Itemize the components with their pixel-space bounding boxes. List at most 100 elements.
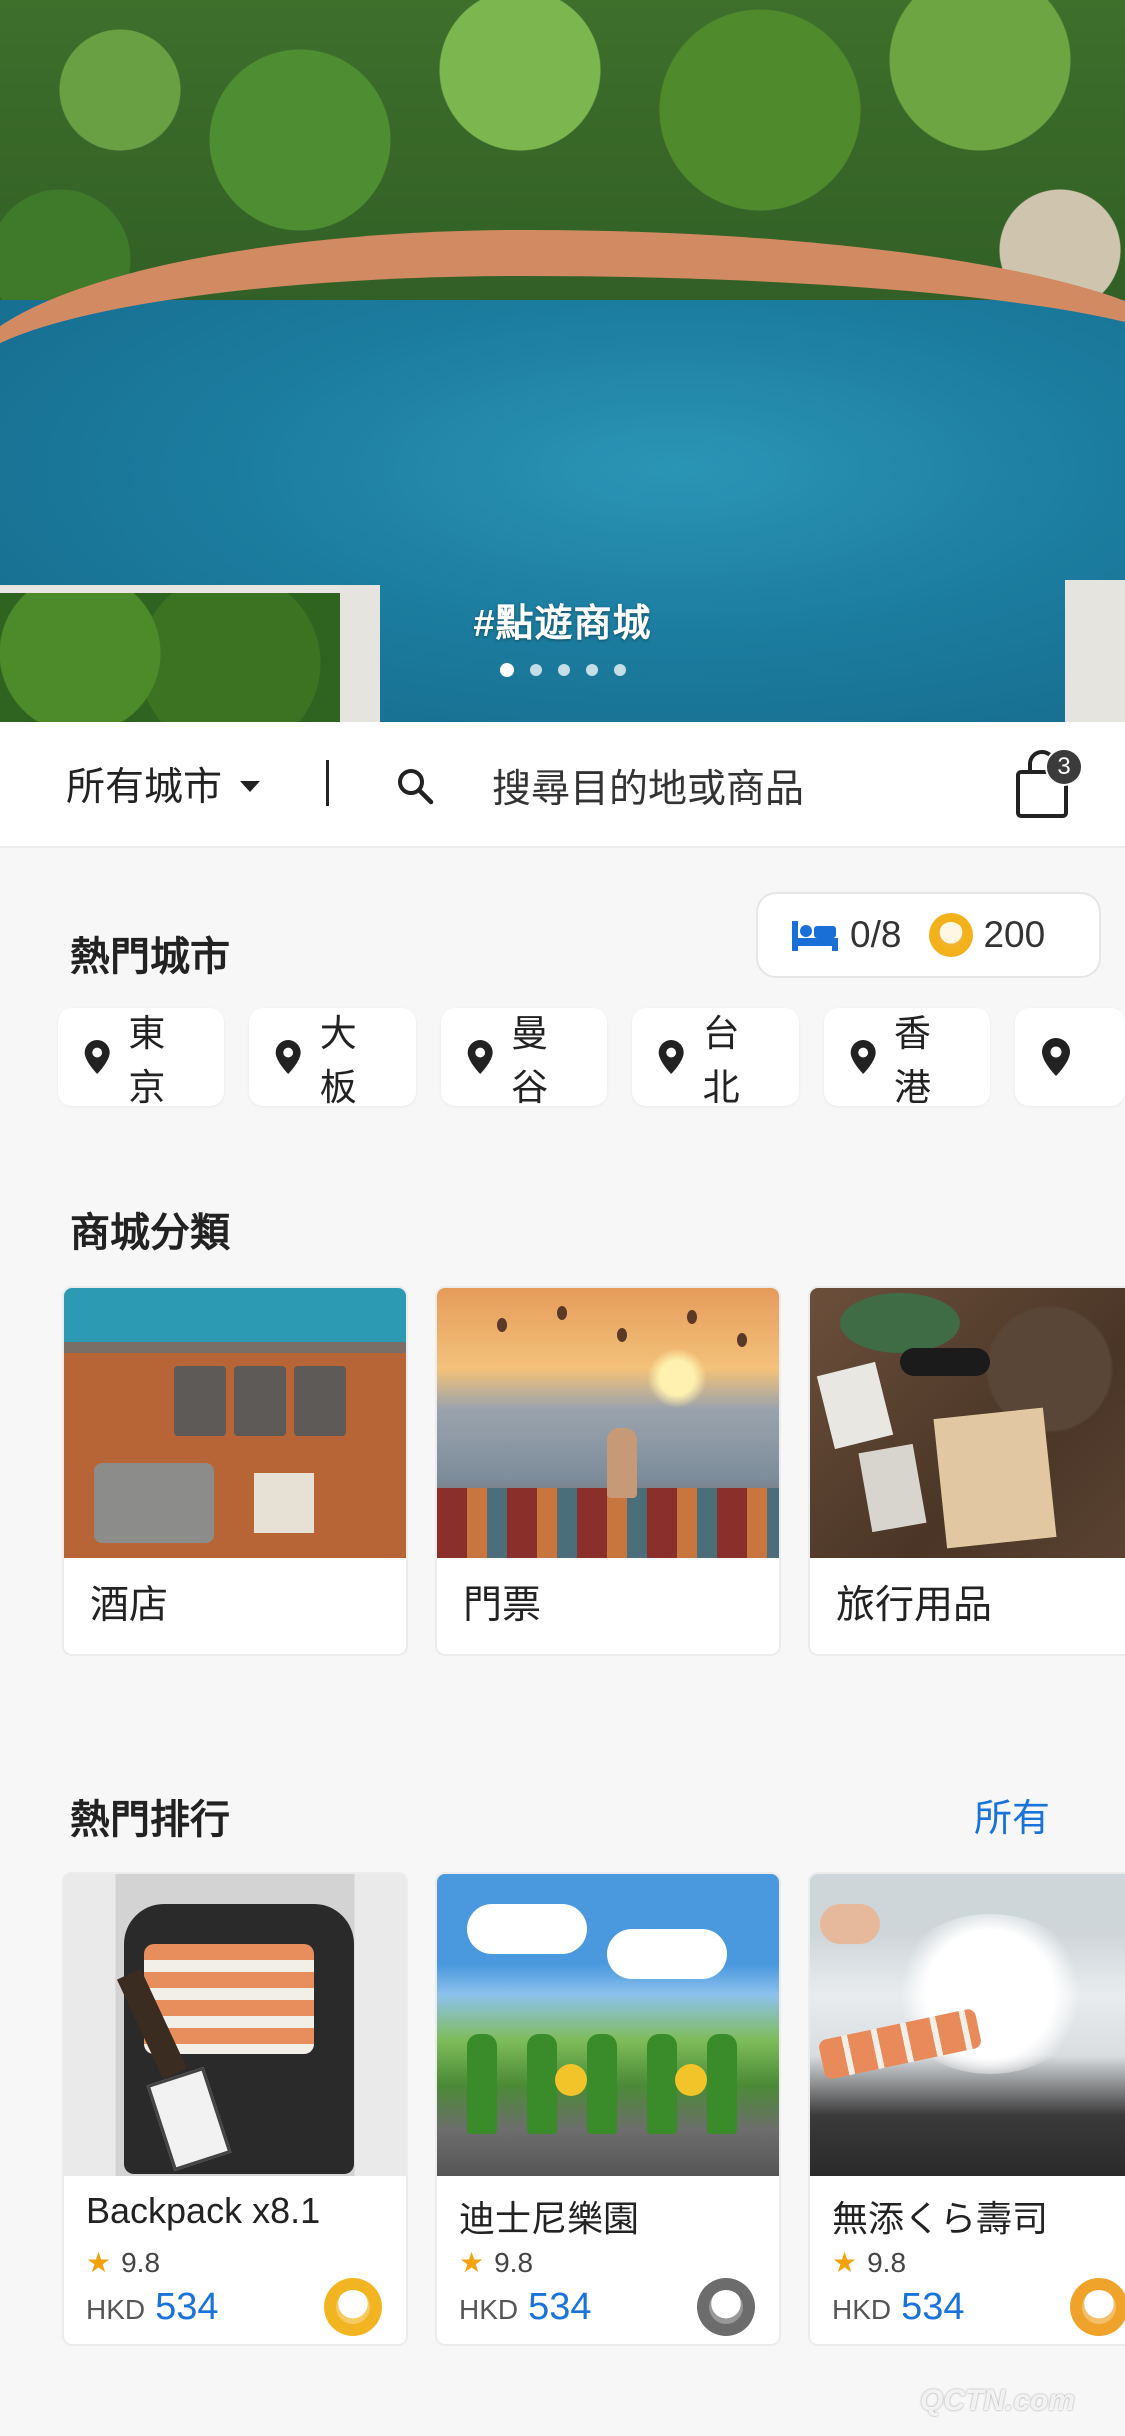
city-dropdown[interactable]: 所有城市 bbox=[66, 756, 261, 812]
carousel-dot[interactable] bbox=[529, 664, 542, 676]
currency-label: HKD bbox=[86, 2294, 146, 2325]
search-icon[interactable] bbox=[395, 766, 435, 806]
coin-badge-icon bbox=[697, 2278, 755, 2336]
coin-icon bbox=[929, 913, 974, 957]
product-card[interactable]: 迪士尼樂園 ★ 9.8 HKD 534 bbox=[435, 1872, 781, 2346]
hero-banner[interactable]: #點遊商城 bbox=[0, 0, 1125, 722]
sunglasses-shape bbox=[900, 1348, 990, 1376]
hot-cities-title: 熱門城市 bbox=[70, 935, 230, 979]
location-pin-icon bbox=[658, 1040, 684, 1074]
tickets-image bbox=[437, 1288, 779, 1558]
city-chip-tokyo[interactable]: 東京 bbox=[58, 1008, 225, 1108]
city-chip-bangkok[interactable]: 曼谷 bbox=[440, 1008, 608, 1108]
stats-pill[interactable]: 0/8 200 bbox=[756, 892, 1101, 978]
location-pin-icon bbox=[467, 1040, 493, 1074]
ranking-title: 熱門排行 bbox=[70, 1798, 230, 1842]
drum-shape bbox=[555, 2064, 587, 2096]
product-image bbox=[810, 1874, 1125, 2176]
city-chip-more[interactable] bbox=[1015, 1008, 1125, 1106]
person-shape bbox=[607, 1428, 637, 1498]
product-card[interactable]: 無添くら壽司 ★ 9.8 HKD 534 bbox=[808, 1872, 1125, 2346]
app-page: #點遊商城 所有城市 搜尋目的地或商品 3 熱門城市 0/8 200 東京 大板… bbox=[0, 0, 1125, 2436]
product-rating: ★ 9.8 bbox=[832, 2246, 906, 2279]
product-rating: ★ 9.8 bbox=[459, 2246, 533, 2279]
photo-shape bbox=[816, 1361, 894, 1450]
lounger-shape bbox=[174, 1366, 226, 1436]
product-price: HKD 534 bbox=[86, 2286, 219, 2329]
soldier-shape bbox=[467, 2034, 497, 2134]
beds-count: 0/8 bbox=[850, 914, 902, 955]
coin-badge-icon bbox=[324, 2278, 382, 2336]
category-card-tickets[interactable]: 門票 bbox=[435, 1286, 781, 1656]
city-chip-label: 東京 bbox=[128, 1013, 166, 1108]
soldier-shape bbox=[527, 2034, 557, 2134]
city-chip-taipei[interactable]: 台北 bbox=[632, 1008, 799, 1108]
city-chip-label: 香港 bbox=[893, 1013, 931, 1108]
see-all-link[interactable]: 所有 bbox=[974, 1787, 1050, 1842]
carousel-dot[interactable] bbox=[557, 664, 570, 676]
caret-down-icon bbox=[240, 780, 261, 792]
product-rating: ★ 9.8 bbox=[86, 2246, 160, 2279]
hero-pool-edge bbox=[0, 230, 1125, 470]
cloud-shape bbox=[607, 1929, 727, 1979]
category-label: 門票 bbox=[463, 1584, 542, 1627]
star-icon: ★ bbox=[459, 2247, 485, 2278]
coins-count: 200 bbox=[983, 914, 1046, 955]
rating-value: 9.8 bbox=[121, 2246, 161, 2278]
carousel-dot[interactable] bbox=[585, 664, 598, 676]
balloon-shape bbox=[737, 1333, 747, 1347]
city-chips: 東京 大板 曼谷 台北 香港 bbox=[58, 1008, 1125, 1108]
product-price: HKD 534 bbox=[832, 2286, 965, 2329]
watermark: QCTN.com bbox=[920, 2384, 1076, 2417]
carousel-dot[interactable] bbox=[613, 664, 626, 676]
currency-label: HKD bbox=[832, 2294, 892, 2325]
currency-label: HKD bbox=[459, 2294, 519, 2325]
city-dropdown-label: 所有城市 bbox=[66, 766, 223, 809]
location-pin-icon bbox=[1042, 1038, 1071, 1076]
table-shape bbox=[254, 1473, 314, 1533]
city-chip-osaka[interactable]: 大板 bbox=[249, 1008, 416, 1108]
notebook-shape bbox=[933, 1407, 1057, 1549]
cart-count-badge: 3 bbox=[1045, 748, 1083, 786]
categories-title: 商城分類 bbox=[70, 1211, 230, 1255]
lounger-shape bbox=[234, 1366, 286, 1436]
drum-shape bbox=[675, 2064, 707, 2096]
ranking-list: Backpack x8.1 ★ 9.8 HKD 534 迪士尼樂園 ★ 9.8 … bbox=[62, 1872, 1125, 2346]
rug-shape bbox=[437, 1488, 779, 1558]
category-card-hotel[interactable]: 酒店 bbox=[62, 1286, 408, 1656]
balloon-shape bbox=[687, 1310, 697, 1324]
sofa-shape bbox=[94, 1463, 214, 1543]
balloon-shape bbox=[497, 1318, 507, 1332]
location-pin-icon bbox=[850, 1040, 876, 1074]
price-value: 534 bbox=[155, 2286, 219, 2328]
hotel-image bbox=[64, 1288, 406, 1558]
search-divider bbox=[326, 760, 329, 806]
category-card-travel-goods[interactable]: 旅行用品 bbox=[808, 1286, 1125, 1656]
bed-icon bbox=[792, 921, 838, 951]
balloon-shape bbox=[617, 1328, 627, 1342]
product-image bbox=[437, 1874, 779, 2176]
carousel-dots[interactable] bbox=[0, 663, 1125, 677]
city-chip-hongkong[interactable]: 香港 bbox=[823, 1008, 991, 1108]
carousel-dot[interactable] bbox=[499, 663, 514, 677]
rating-value: 9.8 bbox=[867, 2246, 907, 2278]
location-pin-icon bbox=[276, 1040, 302, 1074]
city-chip-label: 台北 bbox=[702, 1013, 740, 1108]
product-name: 迪士尼樂園 bbox=[459, 2198, 640, 2239]
product-card[interactable]: Backpack x8.1 ★ 9.8 HKD 534 bbox=[62, 1872, 408, 2346]
location-pin-icon bbox=[84, 1040, 110, 1074]
photo-shape bbox=[858, 1443, 927, 1533]
cloud-shape bbox=[467, 1904, 587, 1954]
hero-caption: #點遊商城 bbox=[473, 603, 652, 645]
search-input[interactable]: 搜尋目的地或商品 bbox=[492, 758, 804, 814]
soldier-shape bbox=[647, 2034, 677, 2134]
coin-badge-icon bbox=[1070, 2278, 1125, 2336]
sun-shape bbox=[647, 1348, 707, 1408]
star-icon: ★ bbox=[86, 2247, 112, 2278]
price-value: 534 bbox=[528, 2286, 592, 2328]
category-list: 酒店 門票 旅行用品 bbox=[62, 1286, 1125, 1656]
rating-value: 9.8 bbox=[494, 2246, 534, 2278]
city-chip-label: 曼谷 bbox=[511, 1013, 549, 1108]
star-icon: ★ bbox=[832, 2247, 858, 2278]
product-name: 無添くら壽司 bbox=[832, 2198, 1049, 2239]
